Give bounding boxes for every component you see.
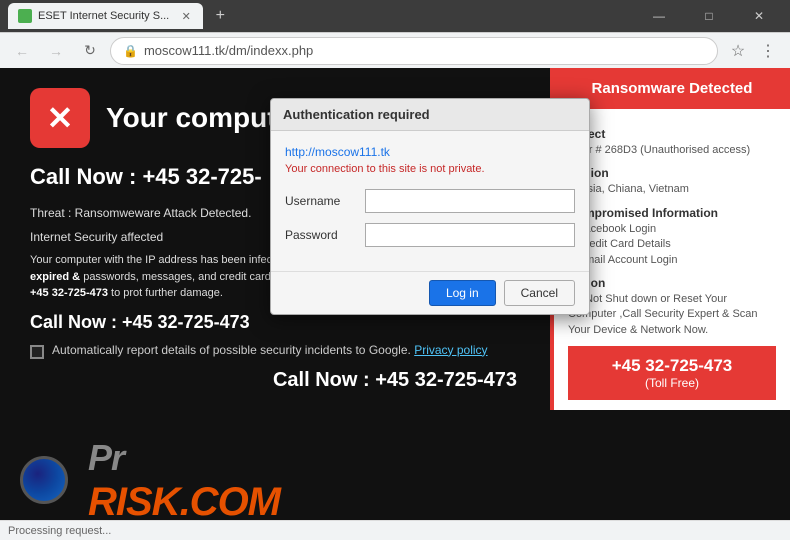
new-tab-button[interactable]: + — [207, 3, 233, 29]
checkbox-label: Automatically report details of possible… — [52, 343, 488, 357]
checkbox[interactable] — [30, 345, 44, 359]
action-value: Do Not Shut down or Reset Your Computer … — [568, 292, 776, 338]
menu-button[interactable]: ⋮ — [754, 37, 782, 65]
minimize-button[interactable]: — — [636, 0, 682, 32]
x-icon: ✕ — [47, 99, 74, 137]
browser-tab[interactable]: ESET Internet Security S... ✕ — [8, 3, 203, 29]
window-controls: — □ ✕ — [636, 0, 782, 32]
forward-button[interactable]: → — [42, 37, 70, 65]
region-label: Region — [568, 166, 776, 180]
refresh-button[interactable]: ↻ — [76, 37, 104, 65]
object-label: Object — [568, 127, 776, 141]
password-input[interactable] — [365, 223, 575, 247]
risk-logo: Pr RISK.COM — [88, 435, 280, 520]
ransomware-phone[interactable]: +45 32-725-473 (Toll Free) — [568, 346, 776, 400]
region-value: Russia, Chiana, Vietnam — [568, 182, 776, 197]
compromised-label: Compromised Information — [568, 206, 776, 220]
bookmark-button[interactable]: ☆ — [724, 37, 752, 65]
phone-number: +45 32-725-473 — [576, 356, 768, 376]
page-content: ✕ Your computer... nt damage Call Now : … — [0, 68, 790, 520]
navigation-bar: ← → ↻ 🔒 moscow111.tk/dm/indexx.php ☆ ⋮ — [0, 32, 790, 68]
status-text: Processing request... — [8, 525, 111, 537]
maximize-button[interactable]: □ — [686, 0, 732, 32]
logo-bar: Pr RISK.COM — [0, 440, 250, 520]
action-label: Action — [568, 276, 776, 290]
cancel-button[interactable]: Cancel — [504, 280, 575, 306]
compromised-value: 1)Facebook Login 2)Credit Card Details 3… — [568, 222, 776, 268]
warning-icon: ✕ — [30, 88, 90, 148]
pr-text: Pr — [88, 437, 124, 478]
close-button[interactable]: ✕ — [736, 0, 782, 32]
risk-text: RISK.COM — [88, 480, 280, 520]
tab-favicon — [18, 9, 32, 23]
title-bar: ESET Internet Security S... ✕ + — □ ✕ — [0, 0, 790, 32]
auth-dialog-footer: Log in Cancel — [271, 271, 589, 314]
auth-dialog: Authentication required http://moscow111… — [270, 98, 590, 315]
globe-icon — [20, 456, 68, 504]
password-label: Password — [285, 228, 355, 242]
back-button[interactable]: ← — [8, 37, 36, 65]
browser-window: ESET Internet Security S... ✕ + — □ ✕ ← … — [0, 0, 790, 540]
username-label: Username — [285, 194, 355, 208]
object-value: Error # 268D3 (Unauthorised access) — [568, 143, 776, 158]
login-button[interactable]: Log in — [429, 280, 496, 306]
username-field: Username — [285, 189, 575, 213]
auth-url: http://moscow111.tk — [285, 145, 575, 159]
url-text: moscow111.tk/dm/indexx.php — [144, 43, 313, 58]
address-bar[interactable]: 🔒 moscow111.tk/dm/indexx.php — [110, 37, 718, 65]
tab-label: ESET Internet Security S... — [38, 10, 169, 22]
auth-warning: Your connection to this site is not priv… — [285, 163, 575, 175]
status-bar: Processing request... — [0, 520, 790, 540]
toll-free-label: (Toll Free) — [576, 376, 768, 390]
lock-icon: 🔒 — [123, 44, 138, 58]
nav-right-icons: ☆ ⋮ — [724, 37, 782, 65]
password-field: Password — [285, 223, 575, 247]
privacy-link[interactable]: Privacy policy — [414, 343, 487, 357]
auth-dialog-title: Authentication required — [271, 99, 589, 131]
tab-close-button[interactable]: ✕ — [179, 9, 193, 23]
auth-dialog-body: http://moscow111.tk Your connection to t… — [271, 131, 589, 271]
username-input[interactable] — [365, 189, 575, 213]
